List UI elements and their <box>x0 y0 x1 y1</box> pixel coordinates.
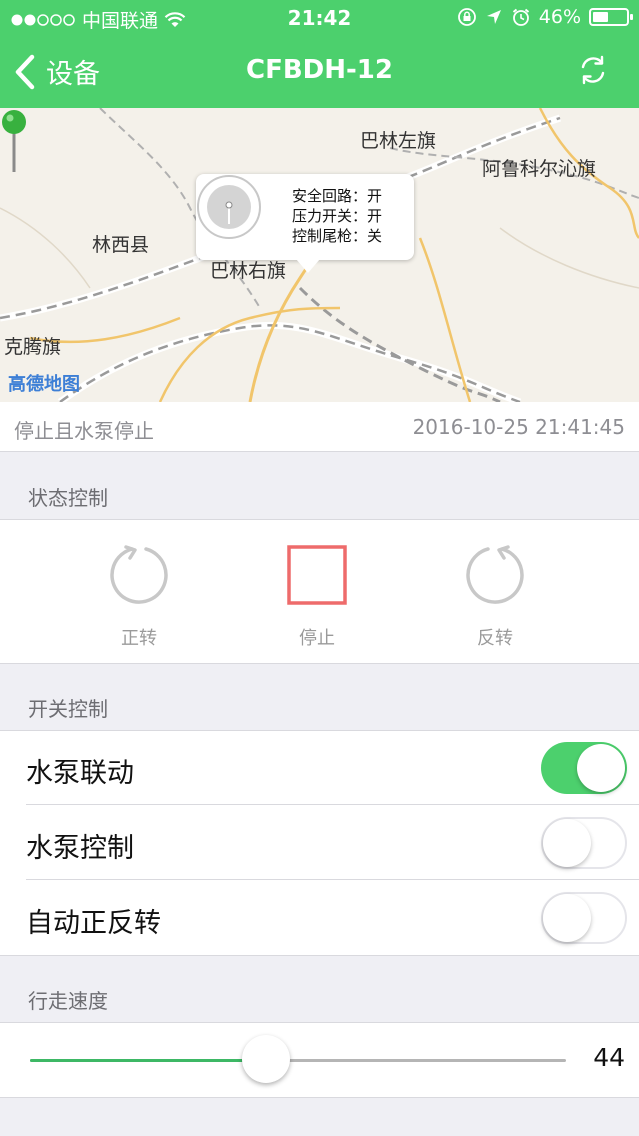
device-status-text: 停止且水泵停止 <box>14 419 154 443</box>
stop-square-icon <box>287 545 347 605</box>
device-status-row: 停止且水泵停止 2016-10-25 21:41:45 <box>0 402 639 452</box>
speed-slider[interactable] <box>30 1035 566 1083</box>
power-reverse-icon <box>466 545 524 604</box>
toggle-knob <box>577 744 625 792</box>
power-forward-icon <box>110 545 168 604</box>
toggle-knob <box>543 894 591 942</box>
speed-slider-thumb[interactable] <box>241 1035 290 1083</box>
reverse-button-label: 反转 <box>477 628 513 649</box>
state-control-card: 正转 停止 反转 <box>0 519 639 664</box>
switch-control-card: 水泵联动 水泵控制 自动正反转 <box>0 730 639 956</box>
switch-row-pump-linkage: 水泵联动 <box>0 731 639 805</box>
switch-label: 水泵联动 <box>26 758 134 789</box>
app-header: 中国联通 21:42 46% 设备 CFBDH-12 <box>0 0 639 108</box>
speed-slider-fill <box>30 1059 266 1062</box>
speed-card: 44 <box>0 1022 639 1098</box>
switch-label: 水泵控制 <box>26 833 134 864</box>
stop-button-label: 停止 <box>299 628 335 649</box>
map-label: 阿鲁科尔沁旗 <box>482 158 597 180</box>
forward-button[interactable]: 正转 <box>79 544 199 650</box>
pump-linkage-toggle[interactable] <box>541 742 627 794</box>
battery-icon <box>589 8 633 26</box>
battery-level-fill <box>593 12 608 22</box>
row-divider <box>26 879 639 880</box>
status-timestamp: 2016-10-25 21:41:45 <box>412 415 625 439</box>
location-arrow-icon <box>486 10 501 24</box>
section-header-speed: 行走速度 <box>28 989 108 1013</box>
device-icon <box>197 175 261 239</box>
map-label: 林西县 <box>92 234 150 256</box>
callout-line: 控制尾枪：关 <box>292 227 383 245</box>
map-label: 巴林右旗 <box>210 260 287 282</box>
section-header-state-control: 状态控制 <box>28 486 108 510</box>
speed-value: 44 <box>593 1043 625 1072</box>
callout-line: 压力开关：开 <box>292 207 383 225</box>
status-bar-right: 46% <box>457 6 633 28</box>
refresh-icon <box>581 55 605 85</box>
forward-button-label: 正转 <box>121 628 157 649</box>
section-header-switch-control: 开关控制 <box>28 697 108 721</box>
map-label: 巴林左旗 <box>360 130 437 152</box>
map-brand-logo: 高德地图 <box>8 374 80 395</box>
status-bar: 中国联通 21:42 46% <box>0 0 639 36</box>
battery-percent: 46% <box>538 6 581 28</box>
map-pin-icon[interactable] <box>0 108 28 174</box>
navigation-bar: 设备 CFBDH-12 <box>0 40 639 104</box>
row-divider <box>26 804 639 805</box>
switch-row-auto-reverse: 自动正反转 <box>0 881 639 955</box>
map-view[interactable]: 巴林左旗 阿鲁科尔沁旗 林西县 巴林右旗 克腾旗 高德地图 安全回路：开 压力开… <box>0 108 639 402</box>
page-title: CFBDH-12 <box>246 55 393 85</box>
callout-line: 安全回路：开 <box>292 187 383 205</box>
callout-status-lines: 安全回路：开 压力开关：开 控制尾枪：关 <box>292 186 382 246</box>
alarm-icon <box>512 8 529 26</box>
toggle-knob <box>543 819 591 867</box>
auto-reverse-toggle[interactable] <box>541 892 627 944</box>
map-label: 克腾旗 <box>4 336 62 358</box>
stop-button[interactable]: 停止 <box>257 544 377 650</box>
pump-control-toggle[interactable] <box>541 817 627 869</box>
rotation-lock-icon <box>457 8 476 26</box>
switch-row-pump-control: 水泵控制 <box>0 806 639 880</box>
switch-label: 自动正反转 <box>26 908 161 939</box>
map-info-callout[interactable]: 安全回路：开 压力开关：开 控制尾枪：关 <box>196 174 414 273</box>
refresh-button[interactable] <box>577 54 609 90</box>
reverse-button[interactable]: 反转 <box>435 544 555 650</box>
